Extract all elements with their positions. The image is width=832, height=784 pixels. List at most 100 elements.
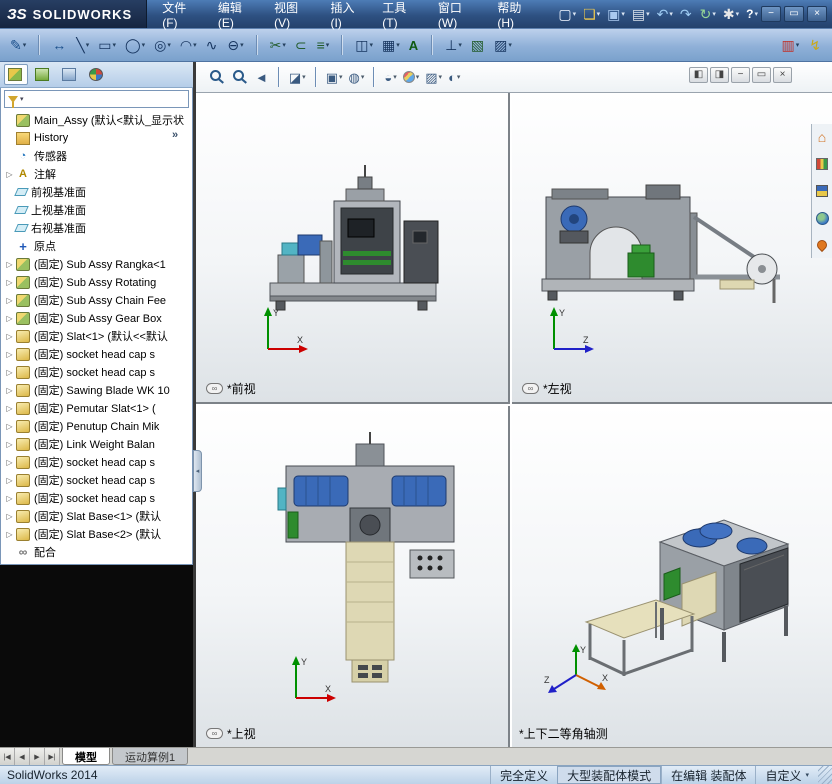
display-relations-button[interactable]: ⊥ ▾ (441, 35, 466, 56)
tree-item[interactable]: ▷ (固定) Sawing Blade WK 10 (1, 381, 192, 399)
save-button[interactable]: ▣ ▾ (604, 5, 628, 24)
solidworks-resources-tab[interactable] (813, 209, 831, 227)
expand-arrow-icon[interactable]: ▷ (4, 386, 15, 395)
expand-arrow-icon[interactable]: ▷ (4, 512, 15, 521)
separator[interactable] (31, 32, 47, 58)
menu-item[interactable]: 文件(F) (153, 0, 209, 34)
tree-item[interactable]: 上视基准面 (1, 201, 192, 219)
tree-item[interactable]: ▷ (固定) Penutup Chain Mik (1, 417, 192, 435)
first-tab-button[interactable]: |◀ (0, 748, 15, 765)
next-tab-button[interactable]: ▶ (30, 748, 45, 765)
viewport-isometric[interactable]: Y X Z *上下二等角轴测 (512, 406, 832, 747)
separator[interactable] (249, 32, 265, 58)
expand-arrow-icon[interactable]: ▷ (4, 350, 15, 359)
quick-snaps-button[interactable]: ▨ ▾ (490, 35, 516, 56)
macro-button[interactable]: ↯ (805, 35, 826, 56)
menu-item[interactable]: 帮助(H) (488, 0, 545, 34)
tree-item[interactable]: ▷ (固定) Sub Assy Rangka<1 (1, 255, 192, 273)
ellipse-tool-button[interactable]: ⊖ ▾ (223, 35, 247, 56)
propertymanager-tab[interactable] (31, 64, 55, 85)
dock-right-button[interactable]: ◨ (710, 67, 729, 83)
expand-arrow-icon[interactable]: ▷ (4, 296, 15, 305)
undo-button[interactable]: ↶ ▾ (654, 5, 676, 24)
tree-item[interactable]: ▷ (固定) socket head cap s (1, 345, 192, 363)
panel-splitter-handle[interactable]: ◂ (193, 450, 202, 492)
last-tab-button[interactable]: ▶| (45, 748, 60, 765)
tree-item[interactable]: ▷ (固定) Sub Assy Gear Box (1, 309, 192, 327)
tree-item[interactable]: ▷ (固定) socket head cap s (1, 489, 192, 507)
perimeter-circle-tool-button[interactable]: ◎ ▾ (150, 35, 175, 56)
tree-item[interactable]: 原点 (1, 237, 192, 255)
expand-arrow-icon[interactable]: ▷ (4, 422, 15, 431)
expand-arrow-icon[interactable]: ▷ (4, 170, 15, 179)
display-style-button[interactable]: ◍ ▾ (346, 68, 368, 87)
tree-root-item[interactable]: Main_Assy (默认<默认_显示状 (1, 111, 192, 129)
tree-item[interactable]: ▷ (固定) Slat<1> (默认<<默认 (1, 327, 192, 345)
expand-arrow-icon[interactable]: ▷ (4, 314, 15, 323)
separator[interactable] (309, 65, 323, 89)
redo-button[interactable]: ↷ (677, 5, 696, 24)
expand-arrow-icon[interactable]: ▷ (4, 440, 15, 449)
panel-overflow-button[interactable]: » (172, 129, 181, 141)
resize-grip[interactable] (818, 766, 832, 784)
tree-item[interactable]: ▷ (固定) socket head cap s (1, 453, 192, 471)
apply-scene-button[interactable]: ▨ ▾ (422, 68, 445, 87)
circle-tool-button[interactable]: ◯ ▾ (121, 35, 149, 56)
viewport-front[interactable]: Y X *前视 (196, 93, 510, 404)
spline-tool-button[interactable]: ∿ (202, 35, 223, 56)
prev-tab-button[interactable]: ◀ (15, 748, 30, 765)
menu-item[interactable]: 窗口(W) (429, 0, 488, 34)
restore-view-button[interactable]: ▭ (752, 67, 771, 83)
menu-item[interactable]: 工具(T) (373, 0, 429, 34)
expand-arrow-icon[interactable]: ▷ (4, 530, 15, 539)
open-button[interactable]: ❏ ▾ (580, 5, 603, 24)
zoom-fit-button[interactable] (206, 68, 229, 86)
custom-properties-tab[interactable] (813, 236, 831, 254)
view-orientation-button[interactable]: ▣ ▾ (323, 68, 346, 87)
section-view-button[interactable]: ◪ ▾ (286, 68, 309, 87)
expand-arrow-icon[interactable]: ▷ (4, 278, 15, 287)
expand-arrow-icon[interactable]: ▷ (4, 368, 15, 377)
tree-item[interactable]: 右视基准面 (1, 219, 192, 237)
configurationmanager-tab[interactable] (58, 64, 82, 85)
separator[interactable] (334, 32, 350, 58)
sheet-tab[interactable]: 模型 (62, 748, 110, 765)
menu-item[interactable]: 编辑(E) (209, 0, 265, 34)
menu-item[interactable]: 插入(I) (321, 0, 373, 34)
print-button[interactable]: ▤ ▾ (629, 5, 653, 24)
trim-entities-button[interactable]: ✂ ▾ (266, 35, 290, 56)
tree-item[interactable]: 前视基准面 (1, 183, 192, 201)
expand-arrow-icon[interactable]: ▷ (4, 404, 15, 413)
tree-item[interactable]: 配合 (1, 543, 192, 561)
view-settings-button[interactable]: ◐ ▾ (445, 68, 463, 87)
options-button[interactable]: ✱ ▾ (720, 5, 742, 24)
separator[interactable] (424, 32, 440, 58)
sketch-button[interactable]: ✎ ▾ (6, 35, 30, 56)
design-library-tab[interactable] (813, 155, 831, 173)
tree-item[interactable]: 传感器 (1, 147, 192, 165)
tree-item[interactable]: ▷ (固定) socket head cap s (1, 363, 192, 381)
file-explorer-tab[interactable] (813, 182, 831, 200)
expand-arrow-icon[interactable]: ▷ (4, 332, 15, 341)
smart-dimension-button[interactable]: ↔ (48, 35, 71, 56)
expand-arrow-icon[interactable]: ▷ (4, 476, 15, 485)
large-assembly-mode-toggle[interactable]: 大型装配体模式 (557, 766, 662, 784)
menu-item[interactable]: 视图(V) (265, 0, 321, 34)
units-selector[interactable]: 自定义 ▾ (755, 766, 818, 784)
minimize-button[interactable]: − (761, 6, 781, 22)
expand-arrow-icon[interactable]: ▷ (4, 458, 15, 467)
featuremanager-tab[interactable] (4, 64, 28, 85)
arc-tool-button[interactable]: ◠ ▾ (176, 35, 201, 56)
edit-appearance-button[interactable]: ▾ (400, 69, 423, 85)
viewport-left[interactable]: Y Z *左视 (512, 93, 832, 404)
new-document-button[interactable]: ▢ ▾ (555, 5, 579, 24)
convert-entities-button[interactable]: ⊂ (291, 35, 312, 56)
text-tool-button[interactable]: A (405, 35, 423, 56)
rectangle-tool-button[interactable]: ▭ ▾ (94, 35, 120, 56)
maximize-button[interactable]: ▭ (784, 6, 804, 22)
tree-item[interactable]: ▷ (固定) socket head cap s (1, 471, 192, 489)
tree-item[interactable]: ▷ (固定) Link Weight Balan (1, 435, 192, 453)
tree-item[interactable]: ▷ (固定) Sub Assy Rotating (1, 273, 192, 291)
dimxpert-tab[interactable] (85, 64, 109, 85)
minimize-view-button[interactable]: − (731, 67, 750, 83)
